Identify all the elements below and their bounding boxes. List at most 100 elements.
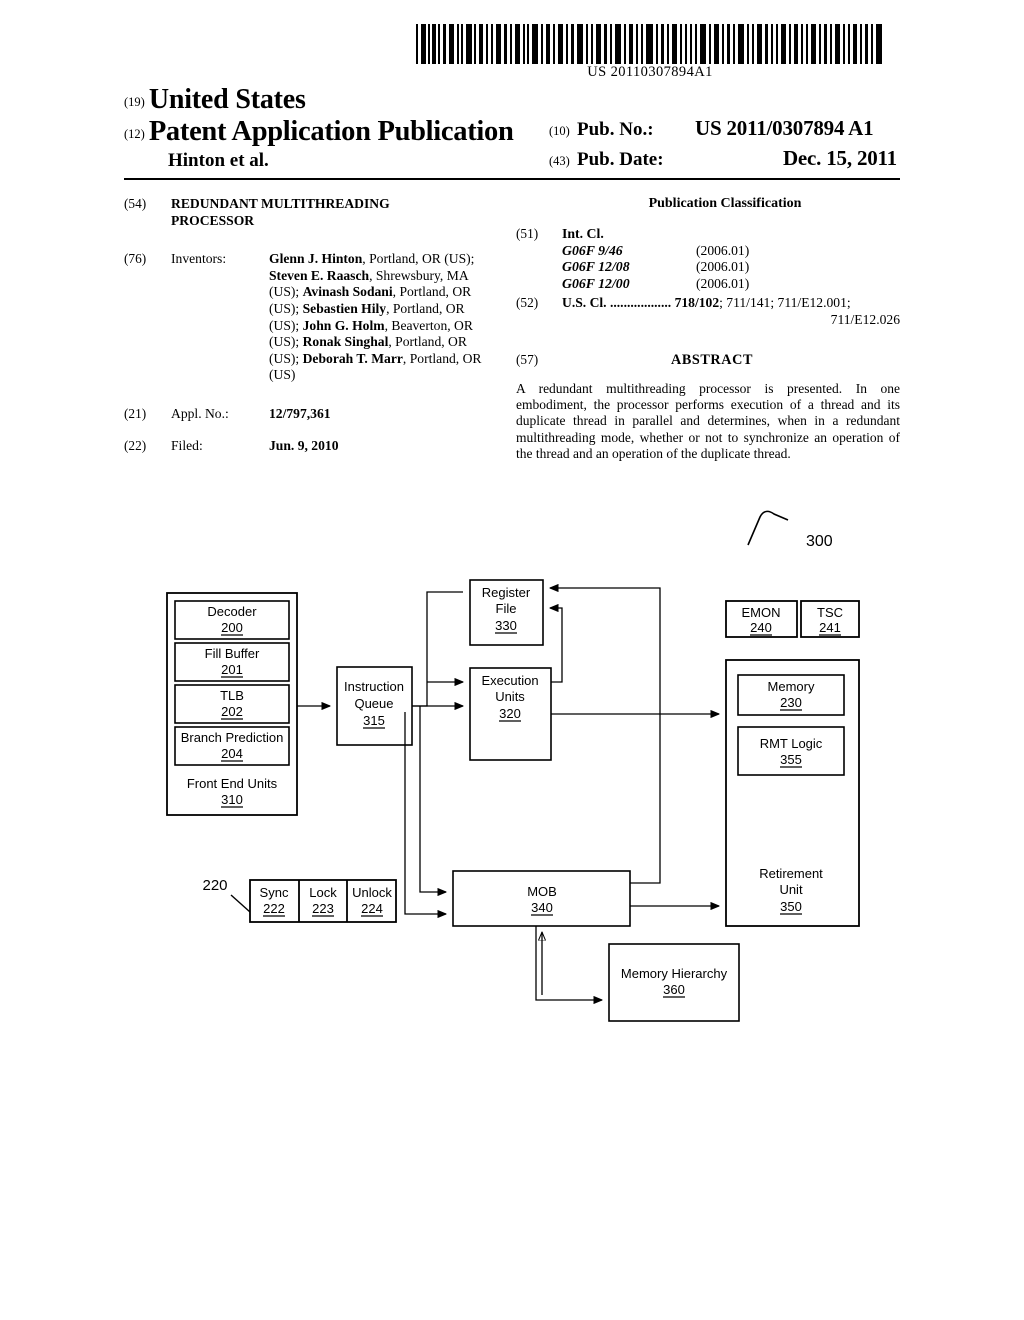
block-fill-buffer-label: Fill Buffer [205, 646, 260, 661]
tag-19: (19) [124, 95, 145, 109]
block-unlock-label: Unlock [352, 885, 392, 900]
country-name: United States [148, 84, 306, 115]
figure-ref-300: 300 [747, 510, 833, 550]
connector-lines [297, 588, 719, 1000]
block-tsc-ref: 241 [819, 620, 841, 635]
author-line: Hinton et al. [168, 150, 269, 171]
barcode [414, 24, 886, 68]
doc-type-line: (12) Patent Application Publication [124, 116, 514, 148]
bibliographic-left-column: (54) REDUNDANT MULTITHREADING PROCESSOR … [124, 196, 494, 455]
tag-43: (43) [549, 154, 570, 168]
title-field: (54) REDUNDANT MULTITHREADING PROCESSOR [124, 196, 494, 229]
retirement-unit-label-1: Retirement [759, 866, 823, 881]
us-cl-field: (52) U.S. Cl. .................. 718/102… [516, 295, 900, 312]
block-tsc: TSC 241 [800, 600, 860, 638]
block-memory-label: Memory [768, 679, 815, 694]
tag-54: (54) [124, 196, 147, 211]
block-register-file: Register File 330 [469, 579, 544, 646]
patent-page: US 20110307894A1 (19) United States (12)… [0, 0, 1024, 1320]
barcode-image [416, 24, 882, 64]
block-rmt-logic: RMT Logic 355 [737, 726, 845, 776]
country-line: (19) United States [124, 84, 306, 116]
block-tsc-label: TSC [817, 605, 843, 620]
tag-22: (22) [124, 438, 147, 454]
block-instruction-queue: Instruction Queue 315 [336, 666, 413, 746]
abstract-text: A redundant multithreading processor is … [516, 380, 900, 461]
int-cl-version: (2006.01) [696, 275, 750, 291]
block-rmt-logic-ref: 355 [780, 752, 802, 767]
block-tlb-ref: 202 [221, 704, 243, 719]
tag-21: (21) [124, 405, 147, 421]
int-cl-entry: G06F 12/00 (2006.01) [516, 276, 900, 292]
block-sync-label: Sync [260, 885, 289, 900]
block-decoder-ref: 200 [221, 620, 243, 635]
block-tlb: TLB 202 [174, 684, 290, 724]
block-instruction-queue-label-1: Instruction [344, 679, 404, 694]
block-branch-prediction-ref: 204 [221, 746, 243, 761]
inventors-label: Inventors: [171, 251, 227, 267]
us-cl-dots: .................. [606, 295, 672, 311]
us-cl-rest: ; 711/141; 711/E12.001; [719, 295, 851, 311]
abstract-heading-row: (57) ABSTRACT [516, 352, 900, 368]
block-lock-ref: 223 [312, 901, 334, 916]
block-decoder: Decoder 200 [174, 600, 290, 640]
filed-field: (22) Filed: Jun. 9, 2010 [124, 438, 494, 454]
connector-iqueue-to-regfile [412, 591, 463, 707]
doc-type: Patent Application Publication [148, 116, 514, 147]
block-execution-units-label-2: Units [495, 689, 525, 704]
int-cl-version: (2006.01) [696, 242, 750, 258]
barcode-number: US 20110307894A1 [587, 64, 713, 80]
block-register-file-label-2: File [496, 601, 517, 616]
block-fill-buffer-ref: 201 [221, 662, 243, 677]
front-end-units-ref: 310 [221, 792, 243, 807]
block-sync-ref: 222 [263, 901, 285, 916]
invention-title: REDUNDANT MULTITHREADING PROCESSOR [171, 196, 494, 229]
block-instruction-queue-label-2: Queue [354, 696, 393, 711]
block-tlb-label: TLB [220, 688, 244, 703]
block-emon-ref: 240 [750, 620, 772, 635]
group-ref-220-label: 220 [202, 877, 227, 894]
block-lock: Lock 223 [309, 885, 337, 917]
block-mob-ref: 340 [531, 900, 553, 915]
filed-value: Jun. 9, 2010 [269, 438, 339, 454]
us-cl-line-2: 711/E12.026 [830, 311, 900, 327]
block-register-file-ref: 330 [495, 618, 517, 633]
block-emon-label: EMON [742, 605, 781, 620]
appl-no-field: (21) Appl. No.: 12/797,361 [124, 406, 494, 422]
pub-no-value: US 2011/0307894 A1 [695, 116, 874, 140]
block-lock-label: Lock [309, 885, 337, 900]
block-memory-hierarchy: Memory Hierarchy 360 [608, 943, 740, 1022]
appl-no-label: Appl. No.: [171, 405, 229, 421]
int-cl-field: (51) Int. Cl. [516, 226, 900, 242]
figure-block-diagram: 300 Decoder 200 Fill Buffer 201 TLB 202 … [0, 500, 1024, 1060]
retirement-unit-label-2: Unit [779, 882, 803, 897]
int-cl-code: G06F 12/00 [562, 275, 630, 291]
block-memory: Memory 230 [737, 674, 845, 716]
connector-iqueue-to-mob-a [419, 706, 446, 892]
tag-12: (12) [124, 127, 145, 141]
block-branch-prediction: Branch Prediction 204 [174, 726, 290, 766]
block-fill-buffer: Fill Buffer 201 [174, 642, 290, 682]
filed-label: Filed: [171, 438, 203, 454]
block-execution-units-label-1: Execution [481, 673, 538, 688]
block-emon: EMON 240 [725, 600, 798, 638]
block-decoder-label: Decoder [207, 604, 257, 619]
tag-52: (52) [516, 295, 539, 311]
tag-51: (51) [516, 226, 539, 242]
connector-mob-to-memhierarchy [535, 926, 602, 1000]
retirement-unit-container: Memory 230 RMT Logic 355 Retirement Unit [725, 659, 860, 927]
int-cl-code: G06F 12/08 [562, 259, 630, 275]
block-memory-hierarchy-label: Memory Hierarchy [621, 966, 728, 981]
int-cl-code: G06F 9/46 [562, 242, 623, 258]
tag-57: (57) [516, 352, 539, 368]
block-mob-label: MOB [527, 884, 557, 899]
pub-date-value: Dec. 15, 2011 [782, 146, 897, 170]
block-memory-ref: 230 [780, 695, 802, 710]
figure-ref-300-label: 300 [806, 533, 833, 550]
pub-date-label: Pub. Date: [577, 149, 664, 170]
int-cl-label: Int. Cl. [562, 226, 604, 242]
int-cl-version: (2006.01) [696, 259, 750, 275]
front-end-units-label: Front End Units [187, 776, 278, 791]
int-cl-entry: G06F 12/08 (2006.01) [516, 259, 900, 275]
abstract-heading: ABSTRACT [670, 352, 754, 369]
